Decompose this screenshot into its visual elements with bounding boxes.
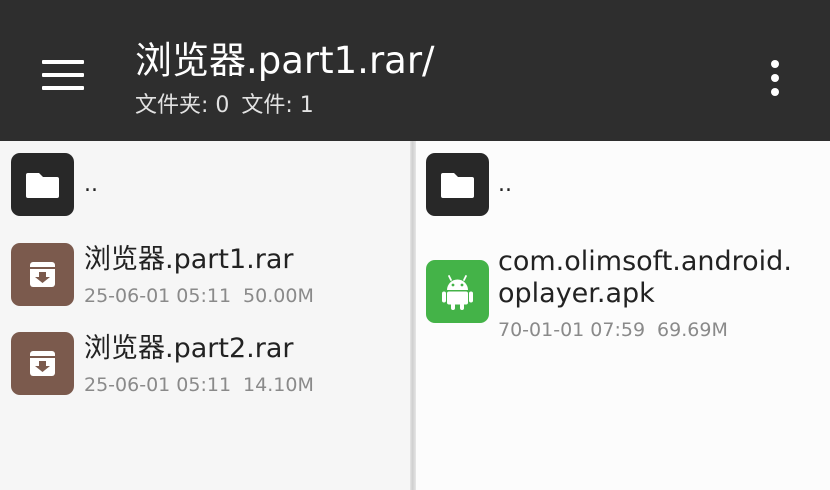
file-date: 70-01-01 07:59 xyxy=(498,319,646,341)
list-item[interactable]: 浏览器.part1.rar 25-06-01 05:11 50.00M xyxy=(0,242,412,308)
file-size: 14.10M xyxy=(243,374,314,396)
folder-icon xyxy=(11,153,74,216)
menu-icon[interactable] xyxy=(38,56,86,96)
archive-icon xyxy=(11,243,74,306)
folder-count: 文件夹: 0 xyxy=(135,93,230,118)
file-size: 50.00M xyxy=(243,285,314,307)
file-meta: 70-01-01 07:59 69.69M xyxy=(498,318,728,342)
list-item[interactable]: com.olimsoft.android.oplayer.apk 70-01-0… xyxy=(416,244,830,344)
list-item[interactable]: 浏览器.part2.rar 25-06-01 05:11 14.10M xyxy=(0,331,412,397)
file-size: 69.69M xyxy=(657,319,728,341)
parent-folder-label: .. xyxy=(498,172,512,197)
file-meta: 25-06-01 05:11 50.00M xyxy=(84,284,314,308)
android-icon xyxy=(426,260,489,323)
file-date: 25-06-01 05:11 xyxy=(84,285,232,307)
parent-folder-label: .. xyxy=(84,172,98,197)
file-name: 浏览器.part1.rar xyxy=(84,244,294,275)
parent-folder-row[interactable]: .. xyxy=(416,153,830,217)
more-options-icon[interactable] xyxy=(756,56,796,102)
file-count: 文件: 1 xyxy=(241,93,314,118)
file-name: com.olimsoft.android.oplayer.apk xyxy=(498,246,792,309)
file-date: 25-06-01 05:11 xyxy=(84,374,232,396)
right-pane: .. com.olimsoft.android.oplayer.apk 70-0… xyxy=(416,141,830,490)
folder-icon xyxy=(426,153,489,216)
file-name: 浏览器.part2.rar xyxy=(84,333,294,364)
file-meta: 25-06-01 05:11 14.10M xyxy=(84,373,314,397)
parent-folder-row[interactable]: .. xyxy=(0,153,412,217)
page-title: 浏览器.part1.rar/ xyxy=(135,39,435,82)
folder-file-count: 文件夹: 0 文件: 1 xyxy=(135,92,314,120)
app-bar: 浏览器.part1.rar/ 文件夹: 0 文件: 1 xyxy=(0,0,830,141)
left-pane: .. 浏览器.part1.rar 25-06-01 05:11 50.00M 浏览… xyxy=(0,141,412,490)
archive-icon xyxy=(11,332,74,395)
